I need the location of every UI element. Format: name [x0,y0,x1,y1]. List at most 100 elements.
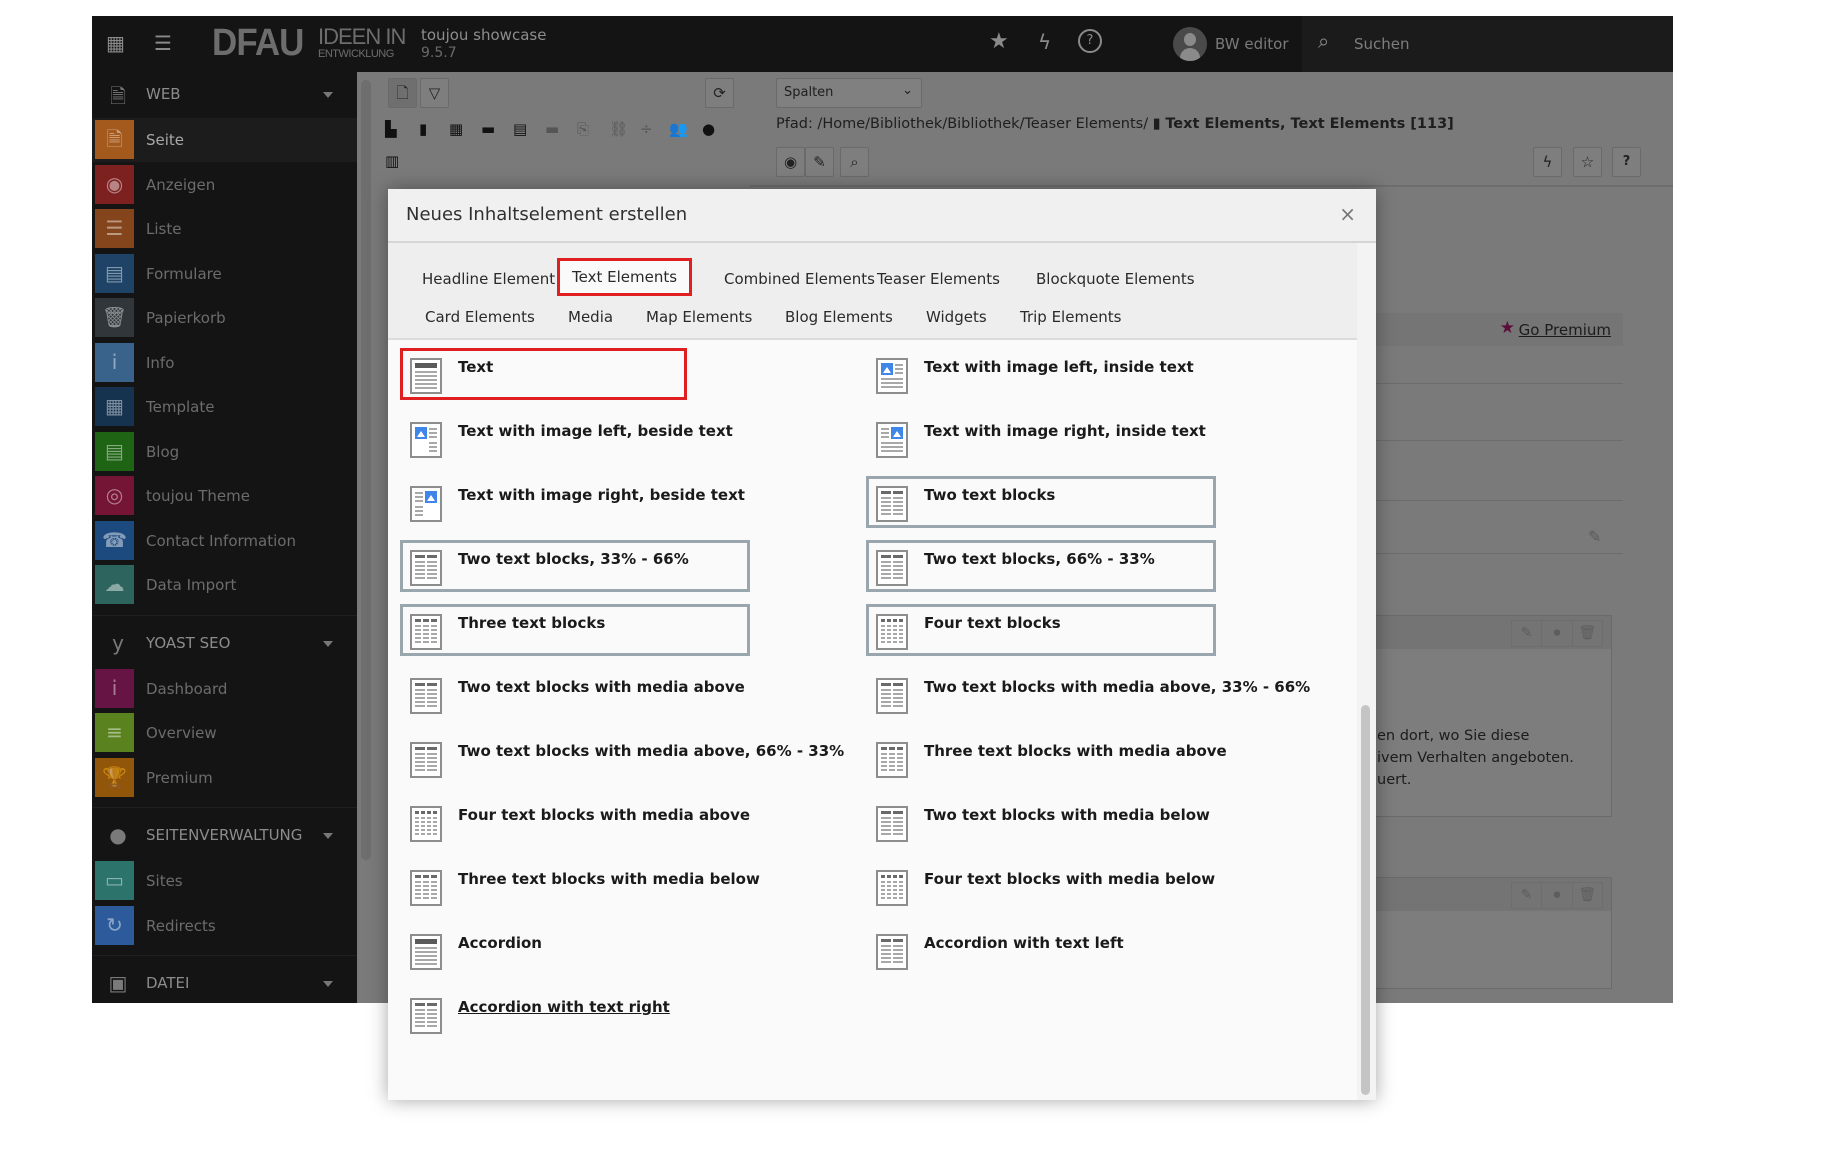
go-premium-link[interactable]: Go Premium [1519,321,1611,339]
help-button[interactable]: ? [1612,147,1641,177]
tab-widgets[interactable]: Widgets [926,308,987,326]
news-icon[interactable]: ▤ [513,120,527,138]
edit-page-button[interactable]: ✎ [805,147,834,177]
link-icon[interactable]: ⛓ [609,120,628,138]
delete-icon[interactable]: 🗑 [1573,883,1602,908]
bolt-button[interactable]: ϟ [1533,147,1562,177]
sidebar-item-seite[interactable]: 🗎 Seite [92,118,357,162]
scrollbar[interactable] [1361,705,1370,1095]
shortcut-icon[interactable]: ⎘ [577,120,589,138]
sidebar-item-formulare[interactable]: ▤ Formulare [92,252,357,296]
content-element-option[interactable]: Three text blocks with media below [400,860,760,912]
sidebar-item-premium[interactable]: 🏆 Premium [92,756,357,800]
sidebar-group-seitenverwaltung[interactable]: ● SEITENVERWALTUNG [92,813,357,859]
bookmark-button[interactable]: ☆ [1573,147,1602,177]
folder-icon[interactable]: ▬ [545,120,559,138]
content-element-option[interactable]: Four text blocks with media below [866,860,1216,912]
help-icon[interactable]: ? [1078,29,1102,53]
content-element-option[interactable]: Two text blocks with media above, 33% - … [866,668,1310,720]
sidebar-group-yoast-seo[interactable]: y YOAST SEO [92,621,357,667]
bolt-icon[interactable]: ϟ [1038,30,1051,54]
sidebar-item-label: Overview [146,724,217,742]
content-element-option[interactable]: Two text blocks, 66% - 33% [866,540,1216,592]
edit-icon[interactable]: ✎ [1512,621,1543,646]
content-element-label: Two text blocks with media above, 66% - … [458,742,845,760]
sidebar-item-dashboard[interactable]: i Dashboard [92,667,357,711]
content-element-option[interactable]: Accordion [400,924,750,976]
edit-icon[interactable]: ✎ [1588,527,1601,546]
view-select[interactable]: Spalten ⌄ [776,78,922,108]
sidebar-item-sites[interactable]: ▭ Sites [92,859,357,903]
search-button[interactable]: ⌕ Suchen [1302,16,1673,72]
content-element-option[interactable]: Two text blocks [866,476,1216,528]
door-icon[interactable]: ▙ [385,120,397,138]
refresh-button[interactable]: ⟳ [705,78,734,108]
tab-teaser-elements[interactable]: Teaser Elements [877,270,1000,288]
sidebar-group-datei[interactable]: ▣ DATEI [92,961,357,1007]
divider [1370,553,1623,554]
close-icon[interactable]: × [1339,202,1356,226]
view-page-button[interactable]: ◉ [776,147,805,177]
grid-icon[interactable]: ▦ [106,31,125,55]
globe-icon: ● [109,823,127,847]
tab-blockquote-elements[interactable]: Blockquote Elements [1036,270,1195,288]
grid-icon[interactable]: ▦ [449,120,463,138]
tab-blog-elements[interactable]: Blog Elements [785,308,893,326]
building-icon[interactable]: ▥ [385,152,399,170]
sidebar-item-label: Liste [146,220,182,238]
sidebar-item-contact-information[interactable]: ☎ Contact Information [92,519,357,563]
user-menu[interactable]: BW editor [1215,35,1289,53]
new-page-button[interactable]: 🗋 [388,78,417,108]
sidebar-item-anzeigen[interactable]: ◉ Anzeigen [92,163,357,207]
content-element-option[interactable]: Four text blocks with media above [400,796,750,848]
sidebar-item-data-import[interactable]: ☁ Data Import [92,563,357,607]
tab-trip-elements[interactable]: Trip Elements [1020,308,1122,326]
sidebar-item-liste[interactable]: ☰ Liste [92,207,357,251]
avatar[interactable] [1173,27,1207,61]
tab-media[interactable]: Media [568,308,613,326]
content-element-option[interactable]: Accordion with text right [400,988,750,1040]
ticket-icon[interactable]: ▬ [481,120,495,138]
filter-button[interactable]: ▽ [420,78,449,108]
sidebar-item-redirects[interactable]: ↻ Redirects [92,904,357,948]
divider-icon[interactable]: ÷ [640,120,653,138]
toggle-icon[interactable]: ⏺ [1542,621,1573,646]
toggle-icon[interactable]: ⏺ [1542,883,1573,908]
tab-headline-element[interactable]: Headline Element [422,270,555,288]
tab-card-elements[interactable]: Card Elements [425,308,535,326]
content-element-option[interactable]: Two text blocks, 33% - 66% [400,540,750,592]
tab-map-elements[interactable]: Map Elements [646,308,752,326]
content-element-option[interactable]: Two text blocks with media above, 66% - … [400,732,844,784]
content-element-option[interactable]: Text with image right, beside text [400,476,750,528]
sidebar-item-overview[interactable]: ≡ Overview [92,711,357,755]
group-icon[interactable]: 👥 [669,120,688,138]
sidebar-item-toujou-theme[interactable]: ◎ toujou Theme [92,474,357,518]
list-icon[interactable]: ☰ [154,31,172,55]
content-element-option[interactable]: Text with image right, inside text [866,412,1216,464]
sidebar-group-label: YOAST SEO [146,633,231,652]
scrollbar[interactable] [361,80,371,860]
sidebar-item-blog[interactable]: ▤ Blog [92,430,357,474]
search-button[interactable]: ⌕ [840,147,869,177]
user-icon[interactable]: ● [702,120,715,138]
sidebar-group-web[interactable]: 🗎 WEB [92,72,357,118]
content-element-option[interactable]: Three text blocks with media above [866,732,1227,784]
delete-icon[interactable]: 🗑 [1573,621,1602,646]
tab-text-elements[interactable]: Text Elements [557,258,693,296]
page-icon[interactable]: ▮ [419,120,427,138]
content-element-option[interactable]: Four text blocks [866,604,1216,656]
content-element-option[interactable]: Two text blocks with media above [400,668,750,720]
sidebar-item-template[interactable]: ▦ Template [92,385,357,429]
sidebar-item-papierkorb[interactable]: 🗑 Papierkorb [92,296,357,340]
edit-icon[interactable]: ✎ [1512,883,1543,908]
content-element-option[interactable]: Text [400,348,687,400]
content-element-option[interactable]: Text with image left, beside text [400,412,750,464]
sidebar-item-info[interactable]: i Info [92,341,357,385]
tab-combined-elements[interactable]: Combined Elements [724,270,875,288]
content-element-option[interactable]: Two text blocks with media below [866,796,1216,848]
content-element-option[interactable]: Text with image left, inside text [866,348,1216,400]
cols3-element-icon [410,870,442,910]
content-element-option[interactable]: Accordion with text left [866,924,1216,976]
content-element-option[interactable]: Three text blocks [400,604,750,656]
star-icon[interactable]: ★ [989,29,1009,54]
